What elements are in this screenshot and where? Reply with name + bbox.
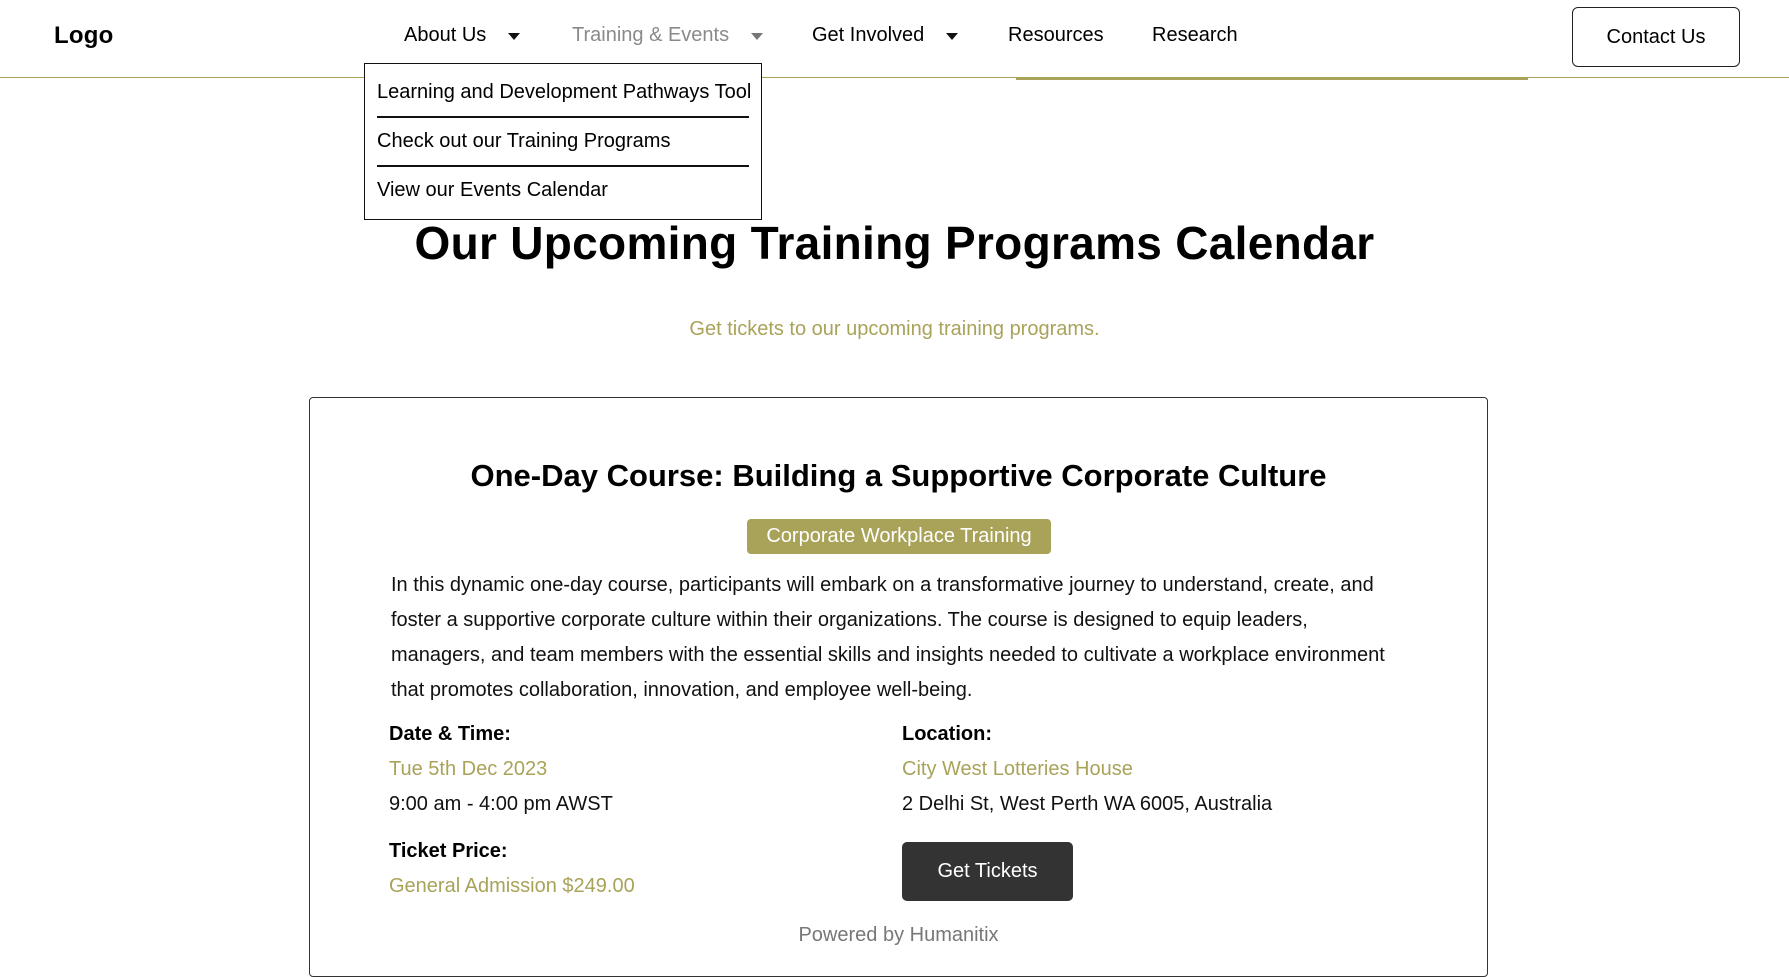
chevron-down-icon [751,33,764,40]
datetime-label: Date & Time: [389,723,511,745]
page-subtitle: Get tickets to our upcoming training pro… [689,318,1100,340]
nav-active-underline [1016,78,1528,80]
nav-training-events-label: Training & Events [572,24,730,46]
nav-about-us-label: About Us [404,24,487,46]
page-title: Our Upcoming Training Programs Calendar [414,217,1375,269]
event-venue[interactable]: City West Lotteries House [902,758,1133,781]
nav-research-label: Research [1152,24,1238,46]
nav-resources[interactable]: Resources [1008,24,1104,47]
ticket-price-label: Ticket Price: [389,840,508,862]
location-label: Location: [902,723,992,745]
event-time: 9:00 am - 4:00 pm AWST [389,793,613,815]
chevron-down-icon [508,33,521,40]
nav-training-events[interactable]: Training & Events [572,24,764,47]
dropdown-divider [377,116,749,118]
nav-research[interactable]: Research [1152,24,1238,47]
event-description: In this dynamic one-day course, particip… [391,574,1385,701]
event-address: 2 Delhi St, West Perth WA 6005, Australi… [902,793,1273,815]
dropdown-item-training-programs[interactable]: Check out our Training Programs [377,129,749,153]
powered-by-text[interactable]: Powered by Humanitix [310,924,1487,947]
ticket-price: General Admission $249.00 [389,875,635,897]
site-header: Logo About Us Training & Events Get Invo… [0,0,1789,78]
chevron-down-icon [946,33,959,40]
nav-about-us[interactable]: About Us [404,24,521,47]
event-title: One-Day Course: Building a Supportive Co… [470,458,1327,493]
site-logo[interactable]: Logo [54,22,113,50]
get-tickets-button[interactable]: Get Tickets [902,842,1073,901]
nav-get-involved-label: Get Involved [812,24,925,46]
event-card: One-Day Course: Building a Supportive Co… [309,397,1488,977]
nav-get-involved[interactable]: Get Involved [812,24,959,47]
dropdown-divider [377,165,749,167]
dropdown-item-pathways-tool[interactable]: Learning and Development Pathways Tool [377,80,751,104]
event-category-badge: Corporate Workplace Training [747,519,1051,554]
event-date: Tue 5th Dec 2023 [389,758,548,780]
nav-resources-label: Resources [1008,24,1104,46]
contact-us-button[interactable]: Contact Us [1572,7,1740,67]
dropdown-item-events-calendar[interactable]: View our Events Calendar [377,178,749,202]
training-events-dropdown: Learning and Development Pathways Tool C… [364,63,762,220]
